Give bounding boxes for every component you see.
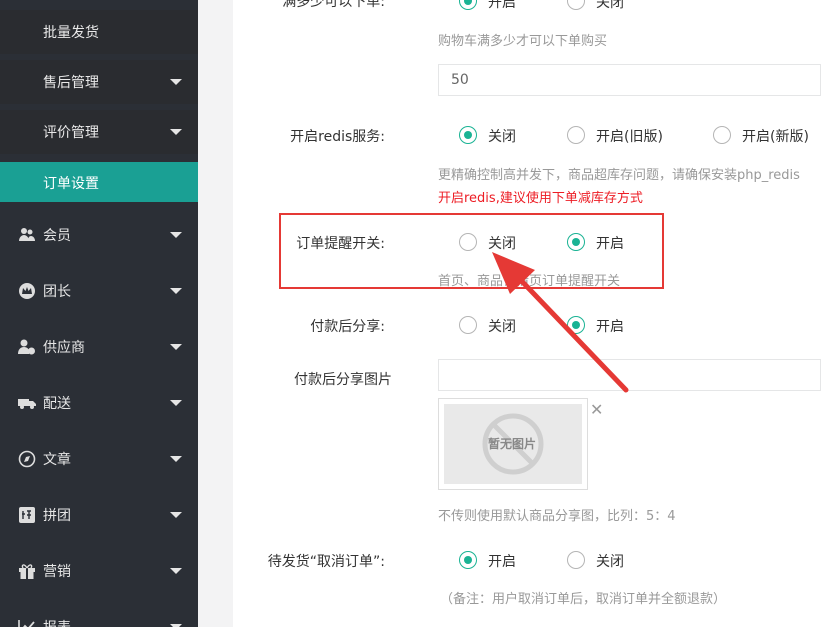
min-order-label: 满多少可以下单:	[282, 0, 385, 10]
radio-circle	[459, 316, 477, 334]
caret-down-icon	[170, 79, 182, 85]
chart-icon	[18, 618, 36, 627]
radio-circle	[459, 126, 477, 144]
radio-label: 开启	[596, 319, 624, 335]
radio-circle	[567, 126, 585, 144]
cancel-pending-label: 待发货“取消订单”:	[267, 554, 385, 570]
radio-label: 开启(旧版)	[596, 129, 663, 145]
caret-down-icon	[170, 400, 182, 406]
users-icon	[18, 226, 36, 244]
min-order-amount-input[interactable]: 50	[438, 64, 821, 96]
radio-label: 开启(新版)	[742, 129, 809, 145]
radio-circle	[459, 551, 477, 569]
radio-label: 关闭	[488, 236, 516, 252]
sidebar-item-group-buy[interactable]: 拼团	[0, 487, 198, 543]
min-order-hint: 购物车满多少才可以下单购买	[438, 34, 608, 49]
supplier-icon	[18, 338, 36, 356]
sidebar-subitem-label: 售后管理	[43, 75, 99, 91]
no-image-placeholder: 暂无图片	[444, 404, 582, 484]
order-reminder-label: 订单提醒开关:	[296, 236, 385, 252]
sidebar-item-label: 配送	[43, 396, 71, 412]
sidebar-item-label: 拼团	[43, 508, 71, 524]
sidebar-subitem-label: 订单设置	[43, 176, 99, 192]
no-image-text: 暂无图片	[488, 437, 537, 451]
redis-warning: 开启redis,建议使用下单减库存方式	[438, 191, 643, 206]
sidebar-item-leaders[interactable]: 团长	[0, 263, 198, 319]
radio-label: 开启	[596, 236, 624, 252]
compass-icon	[18, 450, 36, 468]
crown-icon	[18, 282, 36, 300]
sidebar-item-label: 文章	[43, 452, 71, 468]
sidebar-subitem-after-sales[interactable]: 售后管理	[0, 60, 198, 104]
share-image-preview[interactable]: 暂无图片	[438, 398, 588, 490]
radio-circle	[567, 233, 585, 251]
sidebar-subitem-batch-ship[interactable]: 批量发货	[0, 10, 198, 54]
share-image-label: 付款后分享图片	[294, 372, 392, 388]
caret-down-icon	[170, 456, 182, 462]
sidebar-subitem-label: 批量发货	[43, 25, 99, 41]
radio-circle	[459, 233, 477, 251]
sidebar-item-label: 营销	[43, 564, 71, 580]
share-image-input[interactable]	[438, 359, 821, 391]
caret-down-icon	[170, 512, 182, 518]
share-after-pay-label: 付款后分享:	[310, 319, 385, 335]
sidebar-item-label: 供应商	[43, 340, 85, 356]
share-image-hint: 不传则使用默认商品分享图，比列：5：4	[438, 509, 676, 524]
sidebar-subitem-label: 评价管理	[43, 125, 99, 141]
cancel-pending-hint: （备注：用户取消订单后，取消订单并全额退款）	[440, 592, 727, 607]
sidebar-item-reports[interactable]: 报表	[0, 599, 198, 627]
radio-label: 关闭	[596, 0, 624, 11]
group-buy-icon	[18, 506, 36, 524]
truck-icon	[18, 394, 36, 412]
radio-label: 关闭	[488, 129, 516, 145]
gift-icon	[18, 562, 36, 580]
sidebar-item-label: 报表	[43, 617, 71, 627]
sidebar: 批量发货 售后管理 评价管理 订单设置 会员 团长 供应商 配送 文章 拼团 营…	[0, 0, 198, 627]
sidebar-subitem-order-settings[interactable]: 订单设置	[0, 162, 198, 202]
caret-down-icon	[170, 288, 182, 294]
radio-label: 开启	[488, 554, 516, 570]
sidebar-item-label: 团长	[43, 284, 71, 300]
radio-circle	[567, 551, 585, 569]
redis-label: 开启redis服务:	[290, 129, 385, 145]
order-reminder-hint: 首页、商品详情页订单提醒开关	[438, 274, 621, 289]
radio-label: 关闭	[488, 319, 516, 335]
radio-circle	[713, 126, 731, 144]
caret-down-icon	[170, 344, 182, 350]
sidebar-item-label: 会员	[43, 228, 71, 244]
redis-hint: 更精确控制高并发下，商品超库存问题，请确保安装php_redis	[438, 168, 800, 183]
radio-circle	[567, 316, 585, 334]
close-icon[interactable]: ✕	[590, 400, 603, 419]
sidebar-item-articles[interactable]: 文章	[0, 431, 198, 487]
radio-label: 关闭	[596, 554, 624, 570]
radio-label: 开启	[488, 0, 516, 11]
